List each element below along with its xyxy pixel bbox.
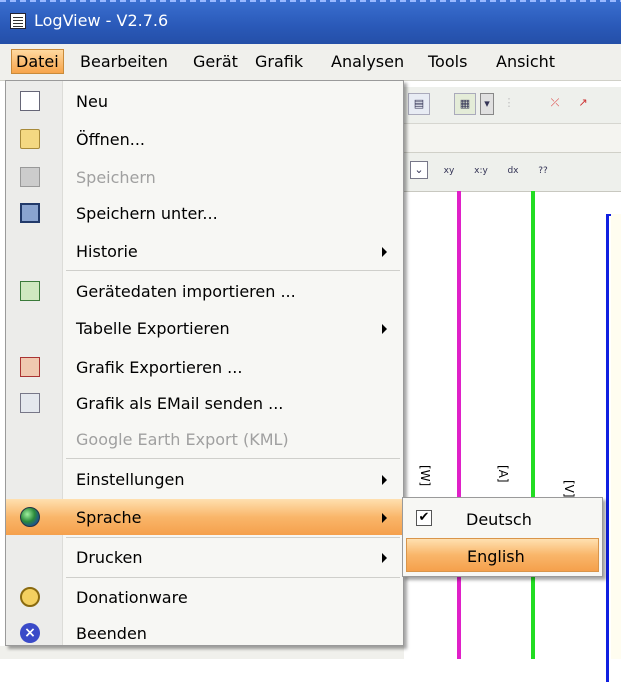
- toolbar-grip-icon: ⋮: [503, 96, 515, 109]
- submenu-arrow-icon: [382, 324, 387, 334]
- menu-item-label: Historie: [76, 242, 138, 261]
- menu-datei[interactable]: Datei: [11, 49, 64, 74]
- menu-item-label: Drucken: [76, 548, 143, 567]
- menu-item-label: Neu: [76, 92, 108, 111]
- menu-item-geraetedaten-importieren[interactable]: Gerätedaten importieren ...: [6, 273, 403, 309]
- menu-item-label: Google Earth Export (KML): [76, 430, 289, 449]
- title-bar-border: [0, 0, 621, 2]
- menu-item-label: Öffnen...: [76, 130, 145, 149]
- save-as-disk-icon: [20, 203, 40, 223]
- menu-item-grafik-email[interactable]: Grafik als EMail senden ...: [6, 385, 403, 421]
- menu-tools[interactable]: Tools: [428, 52, 467, 71]
- menu-separator: [66, 537, 400, 538]
- menu-item-label: Speichern unter...: [76, 204, 218, 223]
- menu-item-label: Grafik als EMail senden ...: [76, 394, 284, 413]
- menu-item-grafik-exportieren[interactable]: Grafik Exportieren ...: [6, 349, 403, 385]
- submenu-item-english[interactable]: English: [406, 538, 599, 572]
- submenu-arrow-icon: [382, 475, 387, 485]
- email-graphic-icon: [20, 393, 40, 413]
- menu-item-label: Speichern: [76, 168, 156, 187]
- toolbar-curve-icon[interactable]: ⤫: [544, 93, 566, 115]
- menu-item-label: Gerätedaten importieren ...: [76, 282, 296, 301]
- toolbar-import-icon[interactable]: ▦: [454, 93, 476, 115]
- open-folder-icon: [20, 129, 40, 149]
- datei-menu: Neu Öffnen... Speichern Speichern unter.…: [5, 80, 404, 646]
- export-graphic-icon: [20, 357, 40, 377]
- menu-item-label: Sprache: [76, 508, 142, 527]
- menu-item-speichern[interactable]: Speichern: [6, 159, 403, 195]
- chart-line-voltage: [606, 214, 609, 682]
- x-y-axis-icon[interactable]: x:y: [470, 161, 492, 183]
- menu-bearbeiten[interactable]: Bearbeiten: [80, 52, 168, 71]
- menu-item-label: Einstellungen: [76, 470, 185, 489]
- window-title: LogView - V2.7.6: [34, 11, 169, 30]
- title-bar: LogView - V2.7.6: [0, 0, 621, 44]
- menu-item-sprache[interactable]: Sprache: [6, 499, 403, 535]
- menu-item-label: Donationware: [76, 588, 188, 607]
- secondary-toolbar: [404, 124, 621, 153]
- toolbar-dropdown-icon[interactable]: ▾: [480, 93, 494, 115]
- menu-item-beenden[interactable]: × Beenden: [6, 615, 403, 651]
- menu-geraet[interactable]: Gerät: [193, 52, 238, 71]
- axis-label-volt: [V]: [562, 480, 576, 498]
- menu-separator: [66, 270, 400, 271]
- submenu-arrow-icon: [382, 553, 387, 563]
- menu-ansicht[interactable]: Ansicht: [496, 52, 555, 71]
- menu-bar: Datei Bearbeiten Gerät Grafik Analysen T…: [0, 44, 621, 81]
- globe-icon: [20, 507, 40, 527]
- menu-item-drucken[interactable]: Drucken: [6, 539, 403, 575]
- import-device-icon: [20, 281, 40, 301]
- chart-line-current: [531, 191, 535, 659]
- submenu-item-label: English: [467, 547, 525, 566]
- submenu-item-deutsch[interactable]: ✔ Deutsch: [406, 502, 599, 536]
- dx-dy-axis-icon[interactable]: dx: [502, 161, 524, 183]
- submenu-arrow-icon: [382, 513, 387, 523]
- axis-dropdown-icon[interactable]: ⌄: [410, 161, 428, 179]
- menu-item-oeffnen[interactable]: Öffnen...: [6, 121, 403, 157]
- axis-toolbar: ⌄ xy x:y dx ??: [404, 153, 621, 192]
- checkmark-icon: ✔: [416, 510, 432, 526]
- chart-panel: [611, 214, 621, 659]
- menu-grafik[interactable]: Grafik: [255, 52, 303, 71]
- submenu-arrow-icon: [382, 247, 387, 257]
- menu-item-label: Tabelle Exportieren: [76, 319, 230, 338]
- chart-line-power: [457, 191, 461, 659]
- menu-item-tabelle-exportieren[interactable]: Tabelle Exportieren: [6, 310, 403, 346]
- menu-item-neu[interactable]: Neu: [6, 83, 403, 119]
- menu-item-google-earth-export[interactable]: Google Earth Export (KML): [6, 421, 403, 457]
- xy-axis-icon[interactable]: xy: [438, 161, 460, 183]
- new-document-icon: [20, 91, 40, 111]
- coins-icon: [20, 587, 40, 607]
- menu-item-label: Grafik Exportieren ...: [76, 358, 243, 377]
- menu-item-einstellungen[interactable]: Einstellungen: [6, 461, 403, 497]
- submenu-item-label: Deutsch: [466, 510, 532, 529]
- menu-separator: [66, 458, 400, 459]
- toolbar-marker-icon[interactable]: ↗: [572, 93, 594, 115]
- toolbar-device-icon[interactable]: ▤: [408, 93, 430, 115]
- menu-item-speichern-unter[interactable]: Speichern unter...: [6, 195, 403, 231]
- sprache-submenu: ✔ Deutsch English: [402, 497, 603, 577]
- multi-axis-icon[interactable]: ??: [532, 161, 554, 183]
- axis-label-watt: [W]: [418, 465, 432, 487]
- menu-item-label: Beenden: [76, 624, 147, 643]
- menu-item-historie[interactable]: Historie: [6, 233, 403, 269]
- main-toolbar: ▤ ▦ ▾ ⋮ ⤫ ↗: [404, 87, 621, 124]
- menu-separator: [66, 577, 400, 578]
- app-icon: [10, 13, 26, 29]
- save-disk-icon: [20, 167, 40, 187]
- exit-icon: ×: [20, 623, 40, 643]
- menu-analysen[interactable]: Analysen: [331, 52, 404, 71]
- axis-label-ampere: [A]: [496, 465, 510, 483]
- menu-item-donationware[interactable]: Donationware: [6, 579, 403, 615]
